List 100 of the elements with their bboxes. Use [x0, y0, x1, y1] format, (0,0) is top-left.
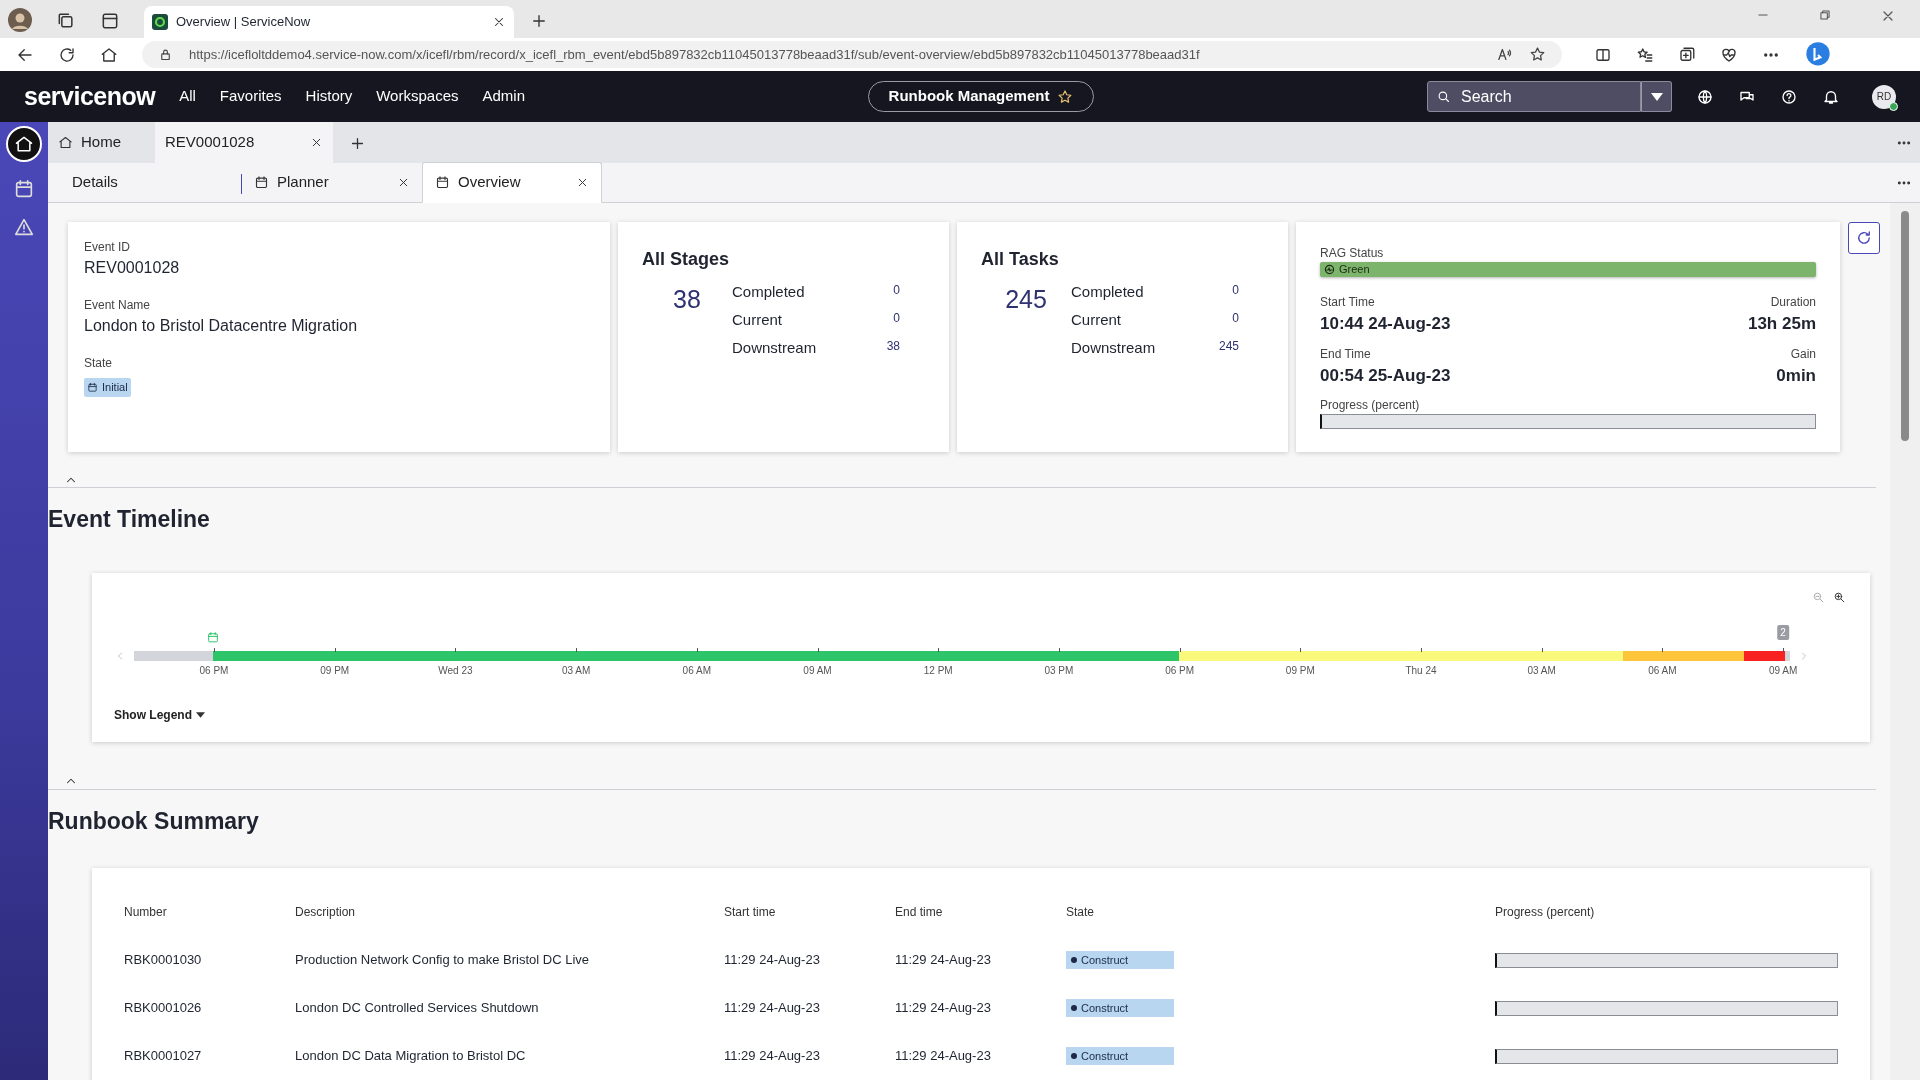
count-value: 0: [892, 310, 900, 327]
time-tick-label: 03 AM: [561, 663, 591, 678]
count-label: Current: [1071, 310, 1123, 330]
table-cell-text: London DC Controlled Services Shutdown: [295, 999, 539, 1018]
sub-tab[interactable]: Overview: [422, 162, 602, 203]
record-tab[interactable]: Home: [48, 122, 131, 163]
table-cell-text: 11:29 24-Aug-23: [895, 999, 991, 1018]
table-cell-text: RBK0001026: [124, 999, 202, 1018]
field-value: REV0001028: [84, 258, 181, 278]
rag-status-bar: Green: [1320, 262, 1816, 277]
field-label: Duration: [1769, 294, 1816, 311]
table-cell-text: RBK0001030: [124, 951, 202, 970]
close-icon[interactable]: [576, 176, 589, 189]
search-dropdown-button[interactable]: [1641, 81, 1672, 112]
column-header: Description: [295, 904, 357, 921]
count-value: 0: [1231, 282, 1239, 299]
state-badge: Construct: [1066, 950, 1174, 970]
close-icon[interactable]: [310, 136, 323, 149]
record-tab[interactable]: REV0001028: [155, 122, 333, 163]
table-cell-text: 11:29 24-Aug-23: [724, 1047, 820, 1066]
warning-icon[interactable]: [13, 216, 35, 238]
calendar-clock-icon: [254, 174, 269, 190]
help-icon[interactable]: [1780, 87, 1798, 106]
state-badge: Construct: [1066, 1046, 1174, 1066]
count-label: Current: [732, 310, 784, 330]
total-count: 245: [1004, 284, 1048, 315]
column-header: Progress (percent): [1495, 904, 1596, 921]
read-aloud-icon[interactable]: [1496, 46, 1513, 63]
home-icon: [14, 134, 34, 154]
nav-link[interactable]: Favorites: [219, 85, 282, 108]
nav-link[interactable]: Workspaces: [376, 85, 459, 108]
collections-icon[interactable]: [1678, 45, 1696, 64]
favorite-star-icon[interactable]: [1529, 46, 1546, 63]
time-tick-label: 06 PM: [199, 663, 229, 678]
refresh-button[interactable]: [1848, 222, 1880, 254]
address-bar[interactable]: https://icefloltddemo4.service-now.com/x/icefl/rbm/record/x_icefl_rbm_event/ebd5b897832cb11045013778beaad31f/sub/event-overview/ebd5b897832cb11045013778beaad31f: [142, 41, 1562, 68]
table-cell-text: 11:29 24-Aug-23: [724, 951, 820, 970]
search-field[interactable]: Search: [1427, 81, 1641, 112]
field-label: Progress (percent): [1320, 397, 1421, 414]
globe-icon[interactable]: [1696, 87, 1714, 106]
column-header: State: [1066, 904, 1096, 921]
close-icon[interactable]: [492, 15, 506, 29]
user-avatar[interactable]: RD: [1872, 84, 1896, 109]
count-label: Completed: [732, 282, 806, 302]
table-cell-text: London DC Data Migration to Bristol DC: [295, 1047, 526, 1066]
search-icon: [1436, 89, 1451, 104]
time-tick-label: 06 PM: [1165, 663, 1195, 678]
nav-link[interactable]: History: [305, 85, 353, 108]
home-icon: [58, 135, 73, 150]
calendar-clock-icon: [435, 175, 450, 190]
time-tick-label: 06 AM: [1648, 663, 1677, 678]
zoom-in-icon[interactable]: [1833, 590, 1846, 604]
reload-icon[interactable]: [58, 45, 76, 64]
count-label: Completed: [1071, 282, 1145, 302]
count-value: 0: [892, 282, 900, 299]
home-button[interactable]: [6, 126, 42, 162]
field-label: Gain: [1789, 345, 1816, 363]
card-title: All Stages: [642, 248, 731, 271]
time-tick-label: 09 AM: [1768, 663, 1798, 678]
column-header: End time: [895, 904, 944, 921]
field-value: 10:44 24-Aug-23: [1320, 313, 1451, 335]
nav-link[interactable]: All: [179, 85, 196, 108]
count-value: 38: [885, 338, 900, 355]
column-header: Number: [124, 904, 168, 921]
field-label: Start Time: [1320, 294, 1376, 311]
show-legend-toggle[interactable]: Show Legend: [114, 705, 205, 724]
table-cell-text: RBK0001027: [124, 1047, 202, 1066]
time-tick-label: 03 PM: [1044, 663, 1074, 678]
scrollbar[interactable]: [1890, 203, 1920, 1080]
time-tick-label: 12 PM: [923, 663, 953, 678]
count-label: Downstream: [732, 338, 818, 358]
lock-icon: [158, 47, 173, 62]
table-cell-text: 11:29 24-Aug-23: [724, 999, 820, 1018]
browser-tab[interactable]: Overview | ServiceNow: [144, 6, 514, 38]
refresh-icon: [1855, 229, 1873, 247]
field-value: London to Bristol Datacentre Migration: [84, 316, 359, 336]
field-label: Event Name: [84, 297, 152, 314]
count-value: 245: [1217, 338, 1239, 355]
time-tick-label: 09 PM: [320, 663, 350, 678]
field-label: End Time: [1320, 345, 1372, 363]
field-label: RAG Status: [1320, 245, 1385, 262]
restore-icon[interactable]: [1818, 8, 1832, 22]
profile-avatar-icon[interactable]: [8, 8, 32, 32]
field-value: 0min: [1776, 364, 1816, 387]
time-tick-label: 09 AM: [803, 663, 832, 678]
count-value: 0: [1231, 310, 1239, 327]
search-input[interactable]: Search: [1459, 83, 1619, 110]
time-tick-label: 09 PM: [1285, 663, 1315, 678]
favorites-icon[interactable]: [1636, 45, 1654, 64]
caret-icon: [1650, 92, 1663, 101]
caret-icon: [196, 711, 205, 718]
time-tick-label: 06 AM: [682, 663, 711, 678]
sub-tab[interactable]: Details: [48, 162, 241, 202]
servicenow-logo[interactable]: servicenow: [24, 77, 156, 116]
column-header: Start time: [724, 904, 777, 921]
calendar-icon[interactable]: [13, 178, 35, 200]
section-title: Runbook Summary: [48, 806, 260, 836]
sub-tab[interactable]: Planner: [242, 162, 422, 202]
nav-link[interactable]: Admin: [482, 85, 525, 108]
field-value: 00:54 25-Aug-23: [1320, 364, 1451, 387]
